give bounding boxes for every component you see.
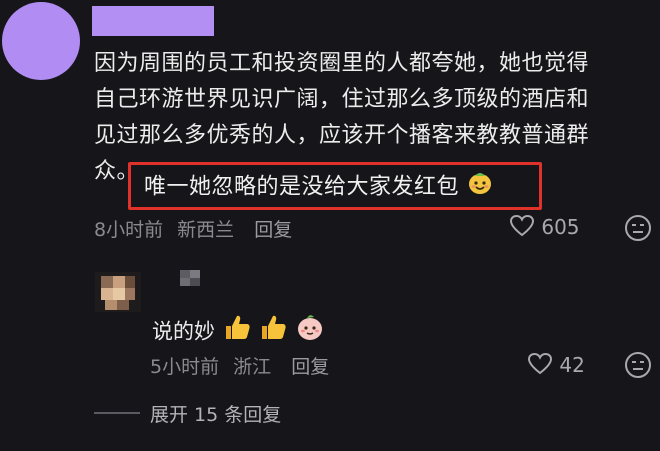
username-redacted[interactable] — [92, 6, 214, 36]
reply-username-redacted[interactable] — [180, 270, 208, 294]
comment-location: 新西兰 — [177, 219, 235, 241]
thumbs-up-emoji — [258, 312, 288, 351]
comment-time: 8小时前 — [94, 219, 164, 241]
reply-dislike-button[interactable] — [624, 351, 652, 383]
highlight-text-content: 唯一她忽略的是没给大家发红包 — [144, 174, 460, 200]
reply-time: 5小时前 — [150, 356, 220, 378]
heart-outline-icon — [527, 352, 553, 375]
highlighted-text: 唯一她忽略的是没给大家发红包 — [144, 170, 493, 205]
reply-meta: 5小时前 浙江 回复 — [150, 352, 329, 379]
avatar[interactable] — [2, 2, 80, 80]
reply-avatar[interactable] — [95, 272, 141, 312]
reply-button[interactable]: 回复 — [254, 219, 292, 241]
reply-location: 浙江 — [233, 356, 272, 378]
reply-like-count: 42 — [559, 353, 585, 377]
dislike-face-icon — [625, 352, 651, 378]
peach-face-emoji — [295, 312, 325, 351]
expand-replies-button[interactable]: 展开 15 条回复 — [150, 400, 281, 427]
heart-outline-icon — [509, 214, 535, 237]
dislike-button[interactable] — [624, 214, 652, 246]
smiling-face-emoji — [467, 170, 493, 205]
reply-like-button[interactable]: 42 — [527, 352, 585, 377]
like-count: 605 — [541, 215, 580, 239]
dislike-face-icon — [625, 215, 651, 241]
reply-reply-button[interactable]: 回复 — [291, 356, 329, 378]
reply-text-content: 说的妙 — [152, 319, 215, 344]
reply-text: 说的妙 — [152, 312, 325, 351]
expand-divider — [94, 412, 140, 414]
comment-meta: 8小时前 新西兰 回复 — [94, 215, 292, 242]
like-button[interactable]: 605 — [509, 214, 580, 239]
thumbs-up-emoji — [222, 312, 252, 351]
